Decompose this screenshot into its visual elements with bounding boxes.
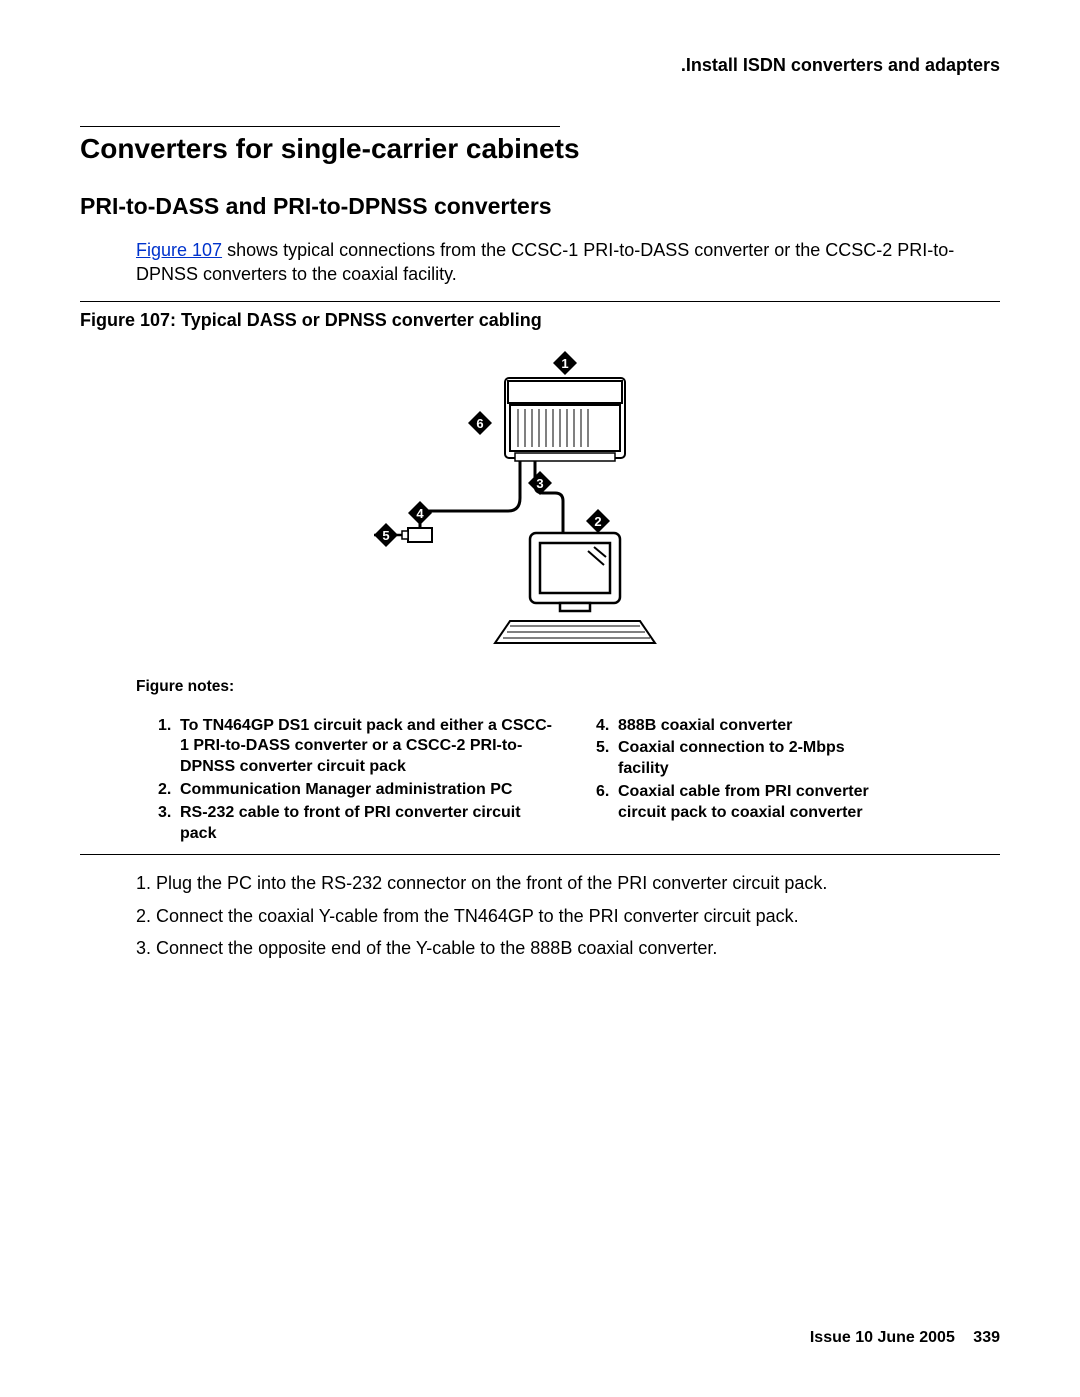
footer-issue: Issue 10 June 2005 xyxy=(810,1329,955,1346)
figure-notes-label: Figure notes: xyxy=(136,678,1000,696)
callout-3: 3 xyxy=(536,476,543,491)
steps-list: 1.Plug the PC into the RS-232 connector … xyxy=(136,871,1000,960)
step-item: 2.Connect the coaxial Y-cable from the T… xyxy=(136,904,1000,928)
footer-page: 339 xyxy=(973,1329,1000,1346)
callout-1: 1 xyxy=(561,356,568,371)
step-item: 1.Plug the PC into the RS-232 connector … xyxy=(136,871,1000,895)
step-item: 3.Connect the opposite end of the Y-cabl… xyxy=(136,936,1000,960)
page-footer: Issue 10 June 2005 339 xyxy=(810,1329,1000,1347)
divider-full-bottom xyxy=(80,854,1000,855)
callout-6: 6 xyxy=(476,416,483,431)
note-item: 5.Coaxial connection to 2-Mbps facility xyxy=(596,738,876,780)
figure-link[interactable]: Figure 107 xyxy=(136,240,222,260)
divider-full-top xyxy=(80,301,1000,302)
note-item: 1.To TN464GP DS1 circuit pack and either… xyxy=(158,716,558,778)
divider-half xyxy=(80,126,560,127)
cabling-diagram-icon: 1 6 3 4 5 2 xyxy=(360,343,720,663)
figure-diagram: 1 6 3 4 5 2 xyxy=(80,343,1000,668)
callout-4: 4 xyxy=(416,506,424,521)
note-item: 2.Communication Manager administration P… xyxy=(158,780,558,801)
callout-2: 2 xyxy=(594,514,601,529)
note-item: 6.Coaxial cable from PRI converter circu… xyxy=(596,782,876,824)
figure-title: Figure 107: Typical DASS or DPNSS conver… xyxy=(80,310,1000,331)
intro-rest: shows typical connections from the CCSC-… xyxy=(136,240,954,284)
note-item: 4.888B coaxial converter xyxy=(596,716,876,737)
callout-5: 5 xyxy=(382,528,389,543)
heading-main: Converters for single-carrier cabinets xyxy=(80,133,1000,165)
figure-notes: 1.To TN464GP DS1 circuit pack and either… xyxy=(158,716,1000,847)
page-header: .Install ISDN converters and adapters xyxy=(80,55,1000,76)
note-item: 3.RS-232 cable to front of PRI converter… xyxy=(158,803,558,845)
heading-sub: PRI-to-DASS and PRI-to-DPNSS converters xyxy=(80,193,1000,220)
intro-paragraph: Figure 107 shows typical connections fro… xyxy=(136,238,1000,287)
